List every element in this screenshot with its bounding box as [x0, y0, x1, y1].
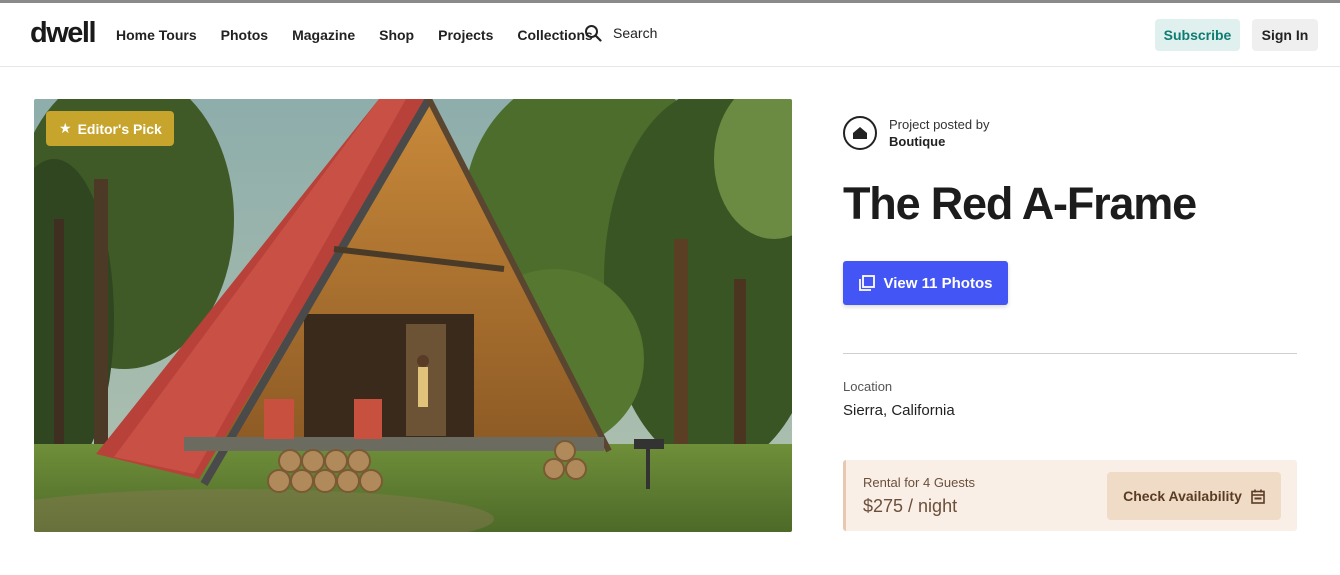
star-icon: ★: [59, 120, 72, 136]
nav-shop[interactable]: Shop: [379, 27, 414, 43]
view-photos-label: View 11 Photos: [883, 274, 993, 292]
poster-text: Project posted by Boutique: [889, 116, 989, 150]
nav-home-tours[interactable]: Home Tours: [116, 27, 197, 43]
home-icon: [843, 116, 877, 150]
cabin-photo: [34, 99, 792, 532]
search-icon: [585, 25, 602, 42]
location-label: Location: [843, 379, 893, 394]
nav-magazine[interactable]: Magazine: [292, 27, 355, 43]
divider: [843, 353, 1297, 354]
nav-projects[interactable]: Projects: [438, 27, 493, 43]
project-poster[interactable]: Project posted by Boutique: [843, 116, 989, 150]
editors-pick-badge: ★ Editor's Pick: [46, 111, 174, 146]
sign-in-button[interactable]: Sign In: [1252, 19, 1318, 51]
check-availability-label: Check Availability: [1123, 488, 1242, 504]
hero-image[interactable]: ★ Editor's Pick: [34, 99, 792, 532]
nav-collections[interactable]: Collections: [517, 27, 592, 43]
calendar-icon: [1251, 489, 1265, 504]
rental-card: Rental for 4 Guests $275 / night Check A…: [843, 460, 1297, 531]
subscribe-button[interactable]: Subscribe: [1155, 19, 1240, 51]
project-title: The Red A-Frame: [843, 178, 1197, 229]
location-value: Sierra, California: [843, 402, 955, 419]
view-photos-button[interactable]: View 11 Photos: [843, 261, 1008, 305]
posted-by-name[interactable]: Boutique: [889, 133, 989, 150]
nav-photos[interactable]: Photos: [221, 27, 268, 43]
rental-guests: Rental for 4 Guests: [863, 475, 975, 490]
rental-price: $275 / night: [863, 496, 958, 516]
main-nav: Home Tours Photos Magazine Shop Projects…: [116, 27, 617, 43]
search-label: Search: [613, 25, 658, 41]
check-availability-button[interactable]: Check Availability: [1107, 472, 1281, 520]
site-header: dwell Home Tours Photos Magazine Shop Pr…: [0, 3, 1340, 67]
dwell-logo[interactable]: dwell: [30, 17, 97, 50]
posted-by-label: Project posted by: [889, 117, 990, 132]
search-button[interactable]: Search: [584, 24, 657, 42]
badge-label: Editor's Pick: [77, 120, 162, 137]
gallery-icon: [858, 275, 875, 291]
